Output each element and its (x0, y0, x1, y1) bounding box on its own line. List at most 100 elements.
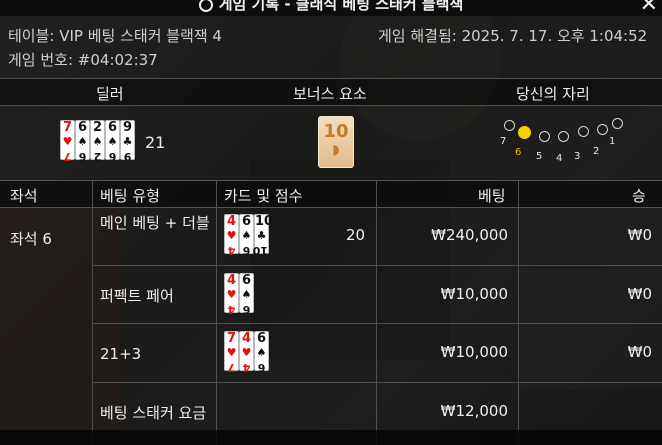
col-bet-type: 베팅 유형 (100, 187, 160, 205)
card-rank: 9 (122, 120, 133, 135)
game-number: 게임 번호: #04:02:37 (8, 51, 158, 69)
total-bar (0, 430, 662, 445)
seat-marker (539, 131, 550, 142)
seat-marker (518, 126, 531, 139)
dealer-header: 딜러 (96, 85, 124, 103)
row-divider (92, 382, 662, 383)
card-rank-inverted: 6 (78, 150, 87, 163)
card-suit: ♠ (241, 288, 252, 301)
seat-number: 2 (593, 146, 600, 157)
card-rank-inverted: 4 (227, 244, 236, 257)
card-rank: 4 (241, 331, 252, 346)
table-header: 좌석 베팅 유형 카드 및 점수 베팅 승 (0, 180, 662, 208)
bet-type: 메인 베팅 + 더블 (100, 214, 210, 232)
bet-amount: ₩10,000 (440, 343, 508, 361)
card-rank: 4 (226, 214, 237, 229)
seat-number: 7 (500, 136, 507, 147)
bonus-header: 보너스 요소 (293, 85, 367, 103)
card-rank-inverted: 6 (257, 361, 266, 374)
playing-card: 2 ♠ 2 (90, 120, 105, 163)
col-win: 승 (632, 187, 646, 205)
playing-card: 7 ♥ 7 (60, 120, 75, 163)
card-rank-inverted: 7 (227, 361, 236, 374)
seat-marker (578, 126, 589, 137)
card-suit: ♣ (122, 135, 133, 148)
seat-number: 6 (515, 147, 522, 158)
bet-amount: ₩10,000 (440, 285, 508, 303)
win-amount: ₩0 (627, 226, 652, 244)
divider (376, 180, 377, 445)
row-divider (92, 323, 662, 324)
bet-amount: ₩240,000 (431, 226, 508, 244)
seat-number: 1 (609, 136, 616, 147)
playing-card: 6 ♠ 6 (254, 331, 269, 374)
dealer-score: 21 (145, 133, 166, 152)
card-rank-inverted: 2 (93, 150, 102, 163)
card-rank-inverted: 6 (242, 244, 251, 257)
card-rank: 6 (77, 120, 88, 135)
col-cards-score: 카드 및 점수 (224, 187, 303, 205)
bonus-value: 10 (323, 121, 349, 142)
card-suit: ♥ (62, 135, 73, 148)
title-bar: 게임 기록 - 클래식 베팅 스태커 블랙잭 ✕ (0, 0, 662, 16)
card-rank-inverted: 4 (242, 361, 251, 374)
card-rank: 10 (255, 214, 274, 229)
card-rank-inverted: 6 (108, 150, 117, 163)
win-amount: ₩0 (627, 285, 652, 303)
history-icon (198, 0, 213, 12)
card-suit: ♥ (226, 346, 237, 359)
seat-number: 3 (574, 151, 581, 162)
playing-card: 6 ♠ 6 (75, 120, 90, 163)
card-rank-inverted: 4 (227, 303, 236, 316)
row-divider (92, 265, 662, 266)
col-bet: 베팅 (478, 187, 506, 205)
bet-type: 21+3 (100, 345, 142, 363)
card-rank: 7 (226, 331, 237, 346)
section-header-bar: 딜러 보너스 요소 당신의 자리 (0, 78, 662, 106)
card-rank: 7 (62, 120, 73, 135)
chip-icon: ◗ (332, 142, 340, 158)
divider (216, 180, 217, 445)
playing-card: 7 ♥ 7 (224, 331, 239, 374)
seat-marker (504, 120, 515, 131)
playing-card: 6 ♠ 6 (239, 273, 254, 316)
seat-marker (597, 124, 608, 135)
card-rank: 4 (226, 273, 237, 288)
seat-number: 5 (536, 151, 543, 162)
playing-card: 4 ♥ 4 (239, 331, 254, 374)
card-rank: 6 (241, 214, 252, 229)
divider (518, 180, 519, 445)
card-suit: ♠ (241, 229, 252, 242)
divider (92, 180, 93, 445)
card-suit: ♥ (241, 346, 252, 359)
playing-card: 4 ♥ 4 (224, 214, 239, 257)
playing-card: 9 ♣ 9 (120, 120, 135, 163)
playing-card: 6 ♠ 6 (105, 120, 120, 163)
card-suit: ♥ (226, 229, 237, 242)
window-title: 게임 기록 - 클래식 베팅 스태커 블랙잭 (218, 0, 464, 13)
card-rank-inverted: 7 (63, 150, 72, 163)
card-rank-inverted: 9 (123, 150, 132, 163)
card-suit: ♠ (107, 135, 118, 148)
card-rank: 6 (107, 120, 118, 135)
playing-card: 10 ♣ 10 (252, 214, 274, 257)
seat-number: 4 (556, 153, 563, 164)
card-rank-inverted: 10 (252, 244, 268, 257)
playing-card: 4 ♥ 4 (224, 273, 239, 316)
card-rank-inverted: 6 (242, 303, 251, 316)
card-rank: 6 (256, 331, 267, 346)
col-seat: 좌석 (10, 187, 38, 205)
seat-marker (612, 118, 623, 129)
table-name: 테이블: VIP 베팅 스태커 블랙잭 4 (8, 27, 222, 45)
seat-marker (558, 131, 569, 142)
card-suit: ♣ (256, 229, 267, 242)
card-suit: ♠ (77, 135, 88, 148)
bet-amount: ₩12,000 (440, 402, 508, 420)
card-rank: 2 (92, 120, 103, 135)
bonus-card: 10 ◗ (318, 116, 354, 168)
close-button[interactable]: ✕ (640, 0, 658, 16)
bet-type: 베팅 스태커 요금 (100, 404, 207, 422)
win-amount: ₩0 (627, 343, 652, 361)
card-suit: ♥ (226, 288, 237, 301)
hand-score: 20 (346, 226, 366, 244)
